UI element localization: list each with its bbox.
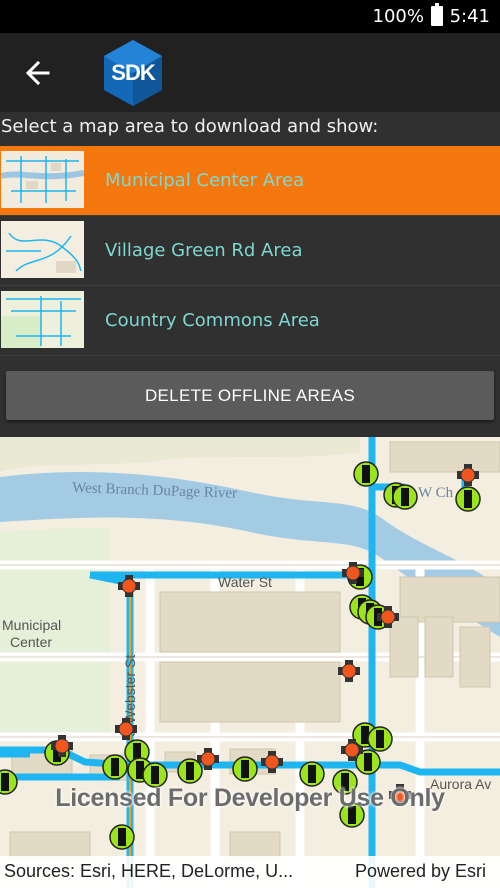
map-view[interactable]: West Branch DuPage River W Ch Water St S…: [0, 437, 500, 888]
area-thumbnail: [1, 221, 84, 278]
area-label: Municipal Center Area: [105, 170, 305, 191]
powered-by-esri: Powered by Esri: [354, 861, 486, 881]
attribution-sources: Sources: Esri, HERE, DeLorme, U...: [4, 861, 294, 881]
park-area: [0, 437, 360, 472]
sdk-logo: SDK: [104, 40, 162, 106]
status-bar: 100% 5:41: [0, 0, 500, 33]
valve-node-mark: [376, 730, 384, 748]
developer-watermark: Licensed For Developer Use Only: [55, 784, 445, 812]
place-label-center: Center: [10, 634, 52, 650]
valve-node-mark: [111, 758, 119, 776]
valve-node-mark: [118, 828, 126, 846]
hydrant-node[interactable]: [345, 565, 361, 581]
instructions-text: Select a map area to download and show:: [0, 112, 500, 146]
hydrant-node[interactable]: [121, 578, 137, 594]
valve-node-mark: [241, 760, 249, 778]
valve-node-mark: [362, 465, 370, 483]
hydrant-node[interactable]: [344, 742, 360, 758]
hydrant-node[interactable]: [118, 721, 134, 737]
app-bar: SDK: [0, 33, 500, 112]
area-label: Village Green Rd Area: [105, 240, 303, 261]
logo-text: SDK: [111, 60, 155, 85]
valve-node-mark: [186, 762, 194, 780]
hydrant-node[interactable]: [380, 609, 396, 625]
area-thumbnail: [1, 291, 84, 348]
valve-node-mark: [364, 753, 372, 771]
area-list: Municipal Center Area Village Green Rd A…: [0, 146, 500, 356]
street-label-water-st: Water St: [218, 574, 272, 590]
valve-node-mark: [308, 765, 316, 783]
place-label-municipal: Municipal: [2, 617, 61, 633]
hydrant-node[interactable]: [341, 663, 357, 679]
clock: 5:41: [449, 6, 490, 27]
battery-icon: [431, 3, 443, 26]
valve-node-mark: [401, 488, 409, 506]
hydrant-node[interactable]: [264, 754, 280, 770]
delete-offline-areas-button[interactable]: DELETE OFFLINE AREAS: [6, 371, 494, 420]
battery-level: 100%: [372, 6, 424, 27]
valve-node-mark: [151, 766, 159, 784]
hydrant-node[interactable]: [54, 738, 70, 754]
area-label: Country Commons Area: [105, 310, 320, 331]
hydrant-node[interactable]: [460, 467, 476, 483]
area-thumbnail: [1, 151, 84, 208]
area-item-country-commons[interactable]: Country Commons Area: [0, 286, 500, 356]
area-item-municipal-center[interactable]: Municipal Center Area: [0, 146, 500, 216]
hydrant-node[interactable]: [200, 751, 216, 767]
attribution-bar: Sources: Esri, HERE, DeLorme, U... Power…: [0, 856, 500, 888]
river-label-right: W Ch: [418, 485, 454, 501]
area-item-village-green[interactable]: Village Green Rd Area: [0, 216, 500, 286]
map-canvas: West Branch DuPage River W Ch Water St S…: [0, 437, 500, 888]
back-arrow-icon[interactable]: [18, 53, 58, 93]
valve-node-mark: [464, 490, 472, 508]
